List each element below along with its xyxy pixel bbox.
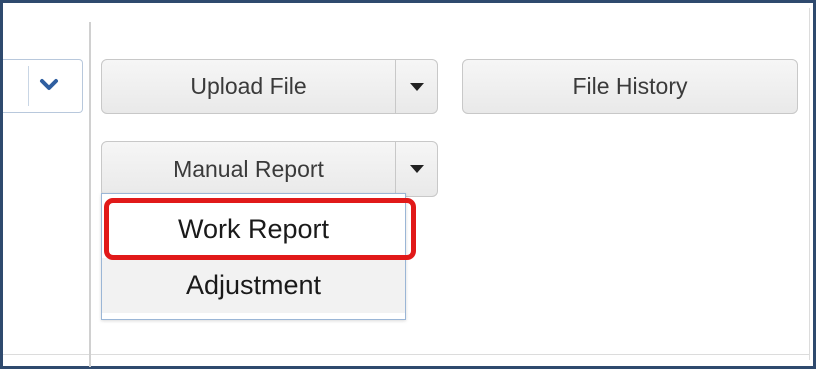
- file-history-label: File History: [572, 73, 688, 99]
- manual-report-menu-toggle[interactable]: [396, 141, 438, 197]
- left-dropdown[interactable]: [3, 59, 83, 113]
- panel-divider: [89, 22, 91, 367]
- manual-report-label: Manual Report: [173, 155, 324, 182]
- caret-down-icon: [409, 82, 424, 91]
- upload-file-menu-toggle[interactable]: [396, 59, 438, 114]
- upload-file-button[interactable]: Upload File: [101, 59, 396, 114]
- caret-down-icon: [409, 165, 424, 173]
- upload-file-label: Upload File: [190, 73, 307, 99]
- panel-bottom-edge: [3, 354, 809, 355]
- dropdown-separator: [28, 66, 29, 106]
- panel-right-edge: [809, 8, 810, 360]
- chevron-down-icon[interactable]: [39, 75, 59, 95]
- manual-report-button[interactable]: Manual Report: [101, 141, 396, 197]
- menu-item-adjustment[interactable]: Adjustment: [102, 258, 405, 313]
- file-history-button[interactable]: File History: [462, 59, 798, 114]
- menu-item-label: Adjustment: [185, 270, 322, 300]
- highlight-annotation: [104, 198, 416, 260]
